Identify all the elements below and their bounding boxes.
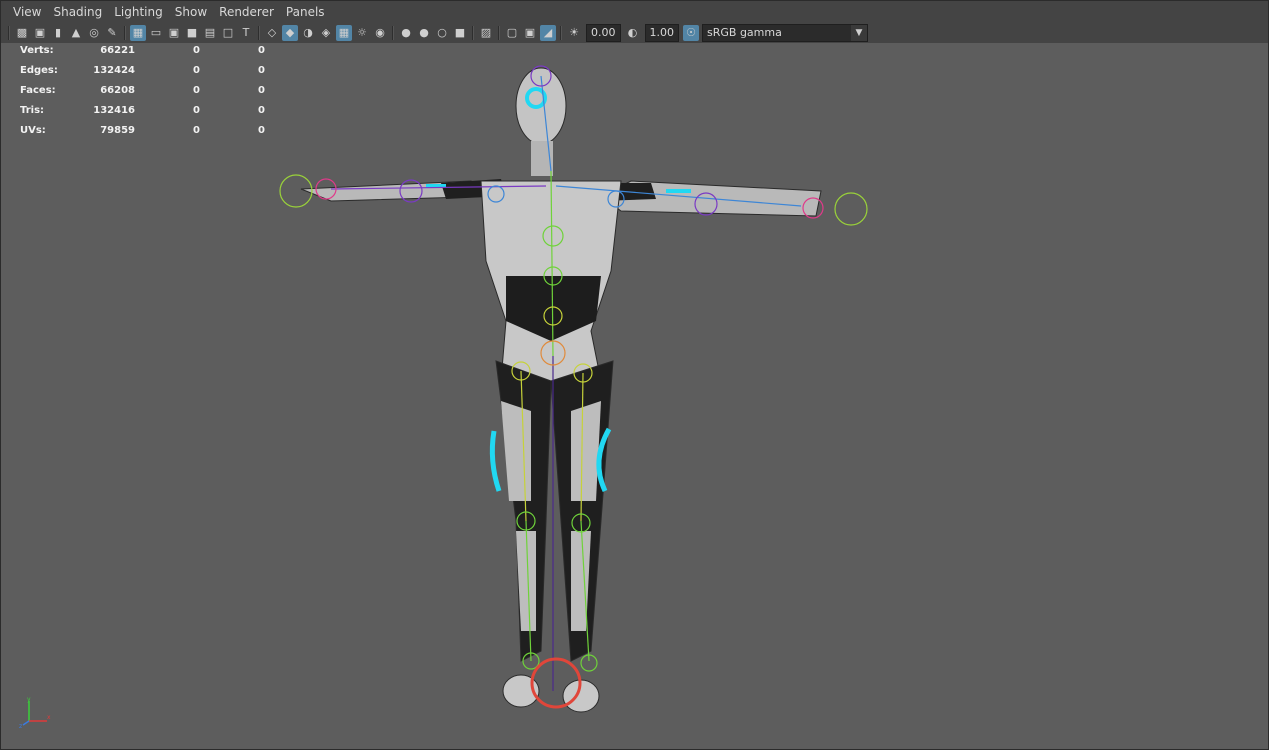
axis-gizmo-icon: y x z: [19, 696, 51, 730]
xray-joints-icon[interactable]: ▣: [522, 25, 538, 41]
anti-aliasing-icon[interactable]: ○: [434, 25, 450, 41]
toolbar-separator: [560, 26, 562, 40]
toolbar-separator: [472, 26, 474, 40]
isolate-select-icon[interactable]: ▨: [478, 25, 494, 41]
menu-panels[interactable]: Panels: [280, 1, 331, 23]
toolbar-separator: [258, 26, 260, 40]
exposure-icon[interactable]: ☀: [566, 25, 582, 41]
exposure-field[interactable]: 0.00: [586, 24, 621, 42]
ambient-occlusion-icon[interactable]: ●: [398, 25, 414, 41]
menu-renderer[interactable]: Renderer: [213, 1, 280, 23]
gamma-icon[interactable]: ◐: [625, 25, 641, 41]
color-management-icon[interactable]: ☉: [683, 25, 699, 41]
menu-lighting[interactable]: Lighting: [108, 1, 169, 23]
use-all-lights-icon[interactable]: ☼: [354, 25, 370, 41]
panel-menubar: View Shading Lighting Show Renderer Pane…: [1, 1, 1268, 23]
smooth-shade-icon[interactable]: ◆: [282, 25, 298, 41]
view-axis-indicator: y x z: [19, 695, 53, 733]
image-plane-icon[interactable]: ▲: [68, 25, 84, 41]
safe-action-icon[interactable]: □: [220, 25, 236, 41]
character-body: [300, 67, 822, 713]
textured-icon[interactable]: ▦: [336, 25, 352, 41]
xray-icon[interactable]: ▢: [504, 25, 520, 41]
grid-icon[interactable]: ▦: [130, 25, 146, 41]
view-transform-value: sRGB gamma: [707, 26, 782, 39]
bookmark-icon[interactable]: ▮: [50, 25, 66, 41]
wireframe-icon[interactable]: ◇: [264, 25, 280, 41]
axis-y-label: y: [27, 696, 31, 703]
axis-z-label: z: [19, 723, 22, 729]
gate-mask-icon[interactable]: ■: [184, 25, 200, 41]
film-gate-icon[interactable]: ▭: [148, 25, 164, 41]
camera-attributes-icon[interactable]: ▣: [32, 25, 48, 41]
safe-title-icon[interactable]: T: [238, 25, 254, 41]
menu-shading[interactable]: Shading: [47, 1, 108, 23]
viewport-panel: View Shading Lighting Show Renderer Pane…: [0, 0, 1269, 750]
panel-toolbar: ▩ ▣ ▮ ▲ ◎ ✎ ▦ ▭ ▣ ■ ▤ □ T ◇ ◆ ◑ ◈ ▦ ☼ ◉ …: [1, 23, 1268, 43]
chevron-down-icon: ▼: [851, 25, 867, 41]
character-model[interactable]: [1, 43, 1268, 749]
menu-show[interactable]: Show: [169, 1, 213, 23]
toolbar-separator: [392, 26, 394, 40]
select-camera-icon[interactable]: ▩: [14, 25, 30, 41]
gamma-field[interactable]: 1.00: [644, 24, 679, 42]
resolution-gate-icon[interactable]: ▣: [166, 25, 182, 41]
xray-active-components-icon[interactable]: ◢: [540, 25, 556, 41]
menu-view[interactable]: View: [7, 1, 47, 23]
wireframe-on-shaded-icon[interactable]: ◈: [318, 25, 334, 41]
2d-pan-zoom-icon[interactable]: ◎: [86, 25, 102, 41]
default-material-icon[interactable]: ◑: [300, 25, 316, 41]
view-transform-dropdown[interactable]: sRGB gamma ▼: [702, 24, 868, 42]
toolbar-separator: [8, 26, 10, 40]
shadows-icon[interactable]: ◉: [372, 25, 388, 41]
motion-blur-icon[interactable]: ●: [416, 25, 432, 41]
field-chart-icon[interactable]: ▤: [202, 25, 218, 41]
toolbar-separator: [124, 26, 126, 40]
depth-of-field-icon[interactable]: ■: [452, 25, 468, 41]
grease-pencil-icon[interactable]: ✎: [104, 25, 120, 41]
axis-x-label: x: [47, 714, 51, 721]
toolbar-separator: [498, 26, 500, 40]
